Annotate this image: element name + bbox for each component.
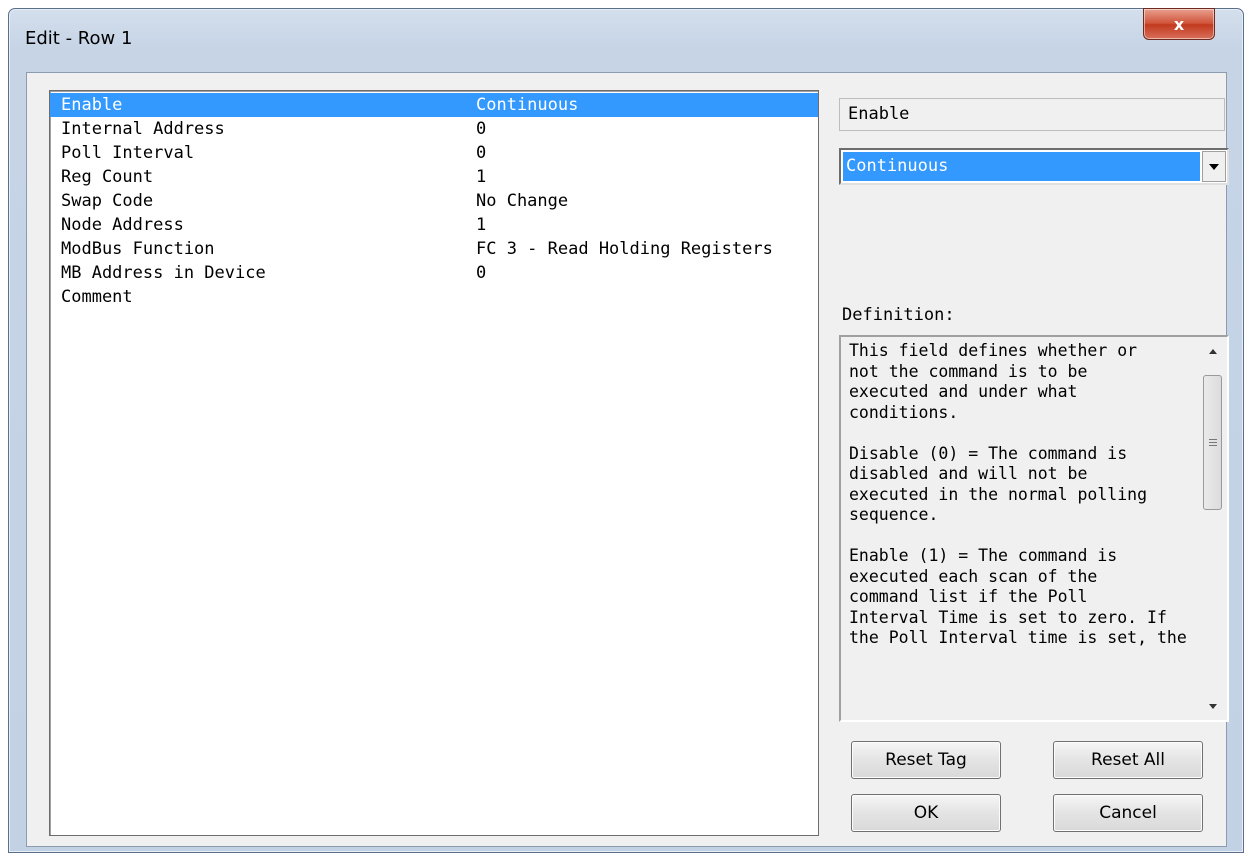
title-bar[interactable]: Edit - Row 1 x <box>9 8 1243 71</box>
property-value <box>476 285 818 309</box>
scroll-down-button[interactable] <box>1200 694 1225 718</box>
dropdown-arrow-button[interactable] <box>1202 151 1226 182</box>
property-row-enable[interactable]: Enable Continuous <box>50 93 818 117</box>
ok-button[interactable]: OK <box>851 794 1001 832</box>
property-name: MB Address in Device <box>61 263 266 283</box>
property-row-internal-address[interactable]: Internal Address 0 <box>50 117 818 141</box>
grip-icon <box>1208 439 1217 446</box>
property-name: Reg Count <box>61 167 154 187</box>
property-row-node-address[interactable]: Node Address 1 <box>50 213 818 237</box>
property-value: 0 <box>476 143 487 163</box>
dialog-client-area: Enable Continuous Internal Address 0 Pol… <box>26 72 1229 847</box>
property-name: Swap Code <box>61 191 154 211</box>
property-row-reg-count[interactable]: Reg Count 1 <box>50 165 818 189</box>
property-name: Poll Interval <box>61 143 195 163</box>
property-name: Comment <box>61 287 133 307</box>
property-row-modbus-function[interactable]: ModBus Function FC 3 - Read Holding Regi… <box>50 237 818 261</box>
property-value: Continuous <box>476 95 579 115</box>
property-row-poll-interval[interactable]: Poll Interval 0 <box>50 141 818 165</box>
property-value: No Change <box>476 191 569 211</box>
definition-label: Definition: <box>842 305 955 325</box>
close-button[interactable]: x <box>1143 8 1215 40</box>
property-list[interactable]: Enable Continuous Internal Address 0 Pol… <box>49 90 819 836</box>
reset-tag-button[interactable]: Reset Tag <box>851 741 1001 779</box>
definition-scrollbar[interactable] <box>1200 339 1225 718</box>
property-value: 0 <box>476 119 487 139</box>
property-name: Enable <box>61 95 123 115</box>
edit-dialog: Edit - Row 1 x Enable Continuous Interna… <box>8 8 1244 853</box>
property-value: FC 3 - Read Holding Registers <box>476 239 773 259</box>
property-name: ModBus Function <box>61 239 215 259</box>
definition-text: This field defines whether or not the co… <box>849 341 1187 647</box>
property-row-mb-address[interactable]: MB Address in Device 0 <box>50 261 818 285</box>
arrow-up-icon <box>1208 348 1217 354</box>
property-name: Internal Address <box>61 119 225 139</box>
definition-box: This field defines whether or not the co… <box>839 335 1229 722</box>
dropdown-selected-value: Continuous <box>843 152 1200 181</box>
close-icon: x <box>1173 14 1185 34</box>
property-value: 1 <box>476 167 487 187</box>
property-row-comment[interactable]: Comment <box>50 285 818 309</box>
chevron-down-icon <box>1209 163 1219 170</box>
scroll-up-button[interactable] <box>1200 339 1225 363</box>
reset-all-button[interactable]: Reset All <box>1053 741 1203 779</box>
property-row-swap-code[interactable]: Swap Code No Change <box>50 189 818 213</box>
window-title: Edit - Row 1 <box>25 28 133 49</box>
property-name: Node Address <box>61 215 184 235</box>
value-dropdown[interactable]: Continuous <box>839 148 1229 185</box>
selected-field-name: Enable <box>839 98 1225 131</box>
scrollbar-thumb[interactable] <box>1203 375 1222 510</box>
cancel-button[interactable]: Cancel <box>1053 794 1203 832</box>
arrow-down-icon <box>1208 703 1217 709</box>
property-value: 0 <box>476 263 487 283</box>
property-value: 1 <box>476 215 487 235</box>
